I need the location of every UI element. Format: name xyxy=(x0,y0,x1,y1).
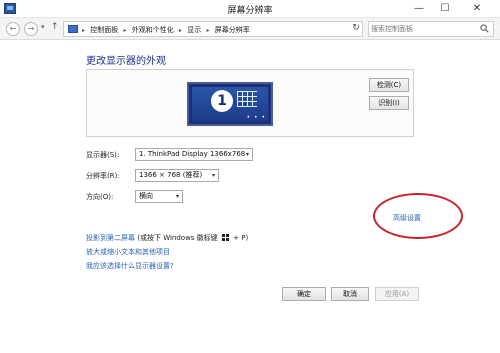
display-select-value: 1. ThinkPad Display 1366x768 xyxy=(139,150,246,158)
resolution-select[interactable]: 1366 × 768 (推荐) ▾ xyxy=(135,169,219,182)
title-bar: 屏幕分辨率 — ☐ ✕ xyxy=(0,0,500,18)
breadcrumb-item-appearance[interactable]: 外观和个性化 xyxy=(132,26,174,34)
control-panel-icon xyxy=(68,25,78,33)
display-select[interactable]: 1. ThinkPad Display 1366x768 ▾ xyxy=(135,148,253,161)
monitor-thumbnail[interactable]: 1 • • • xyxy=(187,82,273,126)
cancel-button[interactable]: 取消 xyxy=(331,287,369,301)
project-hint-shortcut: + P) xyxy=(233,234,249,242)
orientation-label: 方向(O): xyxy=(86,193,114,201)
minimize-button[interactable]: — xyxy=(406,0,432,18)
advanced-settings-link[interactable]: 高级设置 xyxy=(393,213,421,223)
recent-locations-button[interactable]: ▾ xyxy=(41,23,45,31)
project-hint-text: (或按下 Windows 徽标键 xyxy=(137,234,218,242)
monitor-preview-area: 1 • • • xyxy=(86,69,414,137)
search-icon[interactable] xyxy=(480,24,489,33)
maximize-button[interactable]: ☐ xyxy=(432,0,458,18)
detect-button[interactable]: 检测(C) xyxy=(369,78,409,92)
chevron-down-icon: ▾ xyxy=(175,193,179,200)
breadcrumb-item-display[interactable]: 显示 xyxy=(187,26,201,34)
back-button[interactable]: ← xyxy=(6,22,20,36)
page-title: 更改显示器的外观 xyxy=(86,56,166,67)
resolution-select-value: 1366 × 768 (推荐) xyxy=(139,171,203,179)
up-button[interactable]: ↑ xyxy=(51,22,59,32)
forward-button[interactable]: → xyxy=(24,22,38,36)
ok-button[interactable]: 确定 xyxy=(282,287,326,301)
address-bar: ← → ▾ ↑ ▸ 控制面板 ▸ 外观和个性化 ▸ 显示 ▸ 屏幕分辨率 ↻ xyxy=(0,18,500,40)
text-size-link[interactable]: 放大或缩小文本和其他项目 xyxy=(86,247,170,257)
monitor-number-badge: 1 xyxy=(211,90,233,112)
chevron-down-icon: ▾ xyxy=(211,172,215,179)
chevron-down-icon: ▾ xyxy=(245,151,249,158)
breadcrumb-item-screen-resolution[interactable]: 屏幕分辨率 xyxy=(215,26,250,34)
apply-button[interactable]: 应用(A) xyxy=(375,287,419,301)
orientation-select[interactable]: 横向 ▾ xyxy=(135,190,183,203)
breadcrumb[interactable]: ▸ 控制面板 ▸ 外观和个性化 ▸ 显示 ▸ 屏幕分辨率 xyxy=(63,21,363,37)
breadcrumb-separator: ▸ xyxy=(123,27,127,34)
breadcrumb-separator: ▸ xyxy=(206,27,210,34)
breadcrumb-separator: ▸ xyxy=(82,27,86,34)
project-second-screen-link[interactable]: 投影到第二屏幕 (或按下 Windows 徽标键 + P) xyxy=(86,233,248,243)
orientation-select-value: 横向 xyxy=(139,192,153,200)
search-box[interactable] xyxy=(368,21,494,37)
which-settings-link[interactable]: 我应该选择什么显示器设置? xyxy=(86,261,174,271)
breadcrumb-trail: ▸ 控制面板 ▸ 外观和个性化 ▸ 显示 ▸ 屏幕分辨率 xyxy=(82,25,253,35)
identify-button[interactable]: 识别(I) xyxy=(369,96,409,110)
window-grid-icon xyxy=(237,91,257,107)
windows-logo-icon xyxy=(221,234,229,241)
close-button[interactable]: ✕ xyxy=(460,0,494,18)
refresh-button[interactable]: ↻ xyxy=(348,20,364,36)
breadcrumb-item-control-panel[interactable]: 控制面板 xyxy=(90,26,118,34)
breadcrumb-separator: ▸ xyxy=(178,27,182,34)
project-link-text[interactable]: 投影到第二屏幕 xyxy=(86,234,135,242)
resolution-label: 分辨率(R): xyxy=(86,172,120,180)
display-label: 显示器(S): xyxy=(86,151,120,159)
search-input[interactable] xyxy=(371,23,471,35)
taskbar-dots: • • • xyxy=(246,114,266,121)
